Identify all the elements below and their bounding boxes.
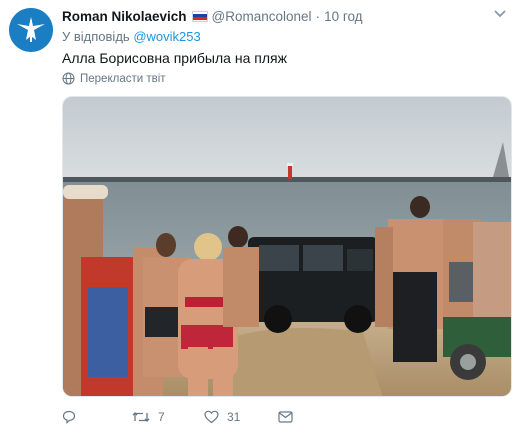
- beach-photo-image: [63, 97, 511, 396]
- tweet-photo[interactable]: [62, 96, 512, 397]
- separator-dot: ·: [315, 8, 321, 24]
- reply-prefix: У відповідь: [62, 29, 130, 44]
- airplane-emblem-icon: [9, 8, 53, 52]
- russia-flag-icon: [191, 10, 208, 22]
- reply-mention-link[interactable]: @wovik253: [133, 29, 200, 44]
- author-handle[interactable]: @Romancolonel: [212, 9, 312, 24]
- author-name[interactable]: Roman Nikolaevich: [62, 9, 187, 24]
- tweet-header: Roman Nikolaevich @Romancolonel · 10 год: [62, 7, 487, 25]
- envelope-icon: [278, 411, 293, 423]
- like-count: 31: [227, 410, 241, 424]
- reply-icon: [62, 410, 76, 424]
- translate-label: Перекласти твіт: [80, 72, 166, 85]
- timestamp[interactable]: 10 год: [324, 9, 362, 24]
- translate-tweet-link[interactable]: Перекласти твіт: [62, 72, 166, 85]
- chevron-down-icon[interactable]: [493, 9, 507, 19]
- retweet-count: 7: [158, 410, 165, 424]
- globe-icon: [62, 72, 75, 85]
- tweet: Roman Nikolaevich @Romancolonel · 10 год…: [0, 0, 517, 437]
- reply-context: У відповідь @wovik253: [62, 29, 201, 44]
- retweet-icon: [132, 412, 150, 422]
- avatar[interactable]: [9, 8, 53, 52]
- tweet-text: Алла Борисовна прибыла на пляж: [62, 50, 287, 66]
- heart-icon: [204, 410, 219, 424]
- reply-button[interactable]: [62, 410, 132, 424]
- message-button[interactable]: [278, 411, 293, 423]
- retweet-button[interactable]: 7: [132, 410, 204, 424]
- tweet-actions: 7 31: [62, 406, 293, 428]
- like-button[interactable]: 31: [204, 410, 278, 424]
